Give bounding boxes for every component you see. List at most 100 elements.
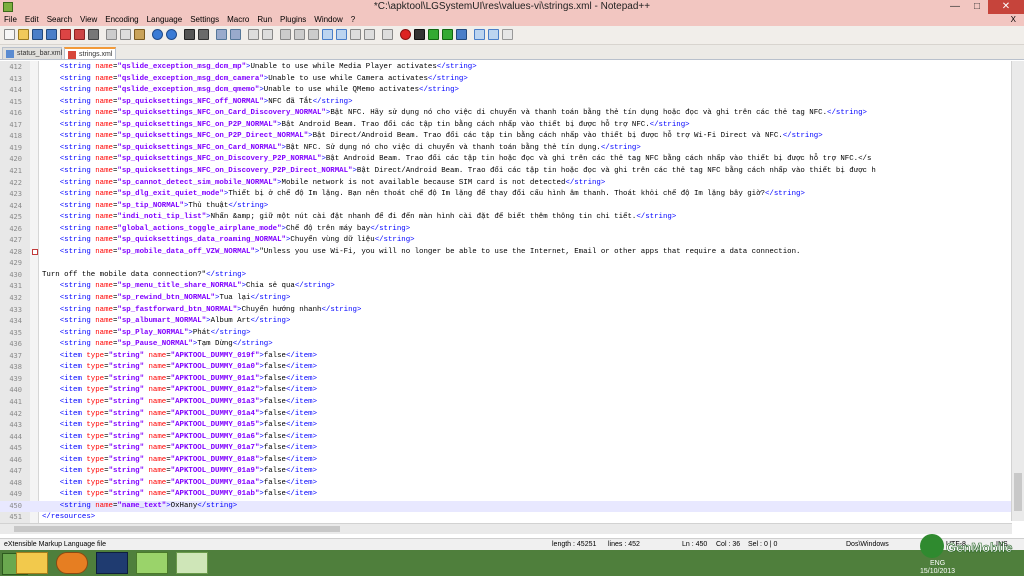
paste-icon[interactable] — [134, 29, 145, 40]
run-macro-multiple-icon[interactable] — [442, 29, 453, 40]
code-line[interactable]: 436 <string name="sp_Pause_NORMAL">Tạm D… — [0, 339, 1012, 350]
copy-icon[interactable] — [120, 29, 131, 40]
code-line[interactable]: 426 <string name="global_actions_toggle_… — [0, 224, 1012, 235]
menu-file[interactable]: File — [0, 14, 21, 26]
fold-toggle-icon[interactable] — [32, 248, 38, 255]
vertical-scrollbar[interactable] — [1011, 61, 1024, 521]
minimize-button[interactable]: — — [944, 0, 966, 14]
menu-search[interactable]: Search — [43, 14, 76, 26]
close-document-button[interactable]: X — [1007, 14, 1020, 26]
code-line[interactable]: 441 <item type="string" name="APKTOOL_DU… — [0, 397, 1012, 408]
save-macro-icon[interactable] — [456, 29, 467, 40]
replace-icon[interactable] — [198, 29, 209, 40]
code-line[interactable]: 428 <string name="sp_mobile_data_off_VZW… — [0, 247, 1012, 258]
code-line[interactable]: 412 <string name="qslide_exception_msg_d… — [0, 62, 1012, 73]
doc-map-icon[interactable] — [336, 29, 347, 40]
folder-workspace-icon[interactable] — [364, 29, 375, 40]
tray-language[interactable]: ENG — [930, 560, 945, 567]
zoom-in-icon[interactable] — [216, 29, 227, 40]
menu-view[interactable]: View — [76, 14, 101, 26]
code-line[interactable]: 418 <string name="sp_quicksettings_NFC_o… — [0, 131, 1012, 142]
code-line[interactable]: 446 <item type="string" name="APKTOOL_DU… — [0, 455, 1012, 466]
code-line[interactable]: 442 <item type="string" name="APKTOOL_DU… — [0, 409, 1012, 420]
code-line[interactable]: 416 <string name="sp_quicksettings_NFC_o… — [0, 108, 1012, 119]
indent-guide-icon[interactable] — [308, 29, 319, 40]
undo-icon[interactable] — [152, 29, 163, 40]
record-macro-icon[interactable] — [400, 29, 411, 40]
monitoring-icon[interactable] — [382, 29, 393, 40]
photoshop-icon[interactable] — [96, 552, 128, 574]
horizontal-scrollbar[interactable] — [0, 523, 1012, 534]
code-line[interactable]: 444 <item type="string" name="APKTOOL_DU… — [0, 432, 1012, 443]
menu-macro[interactable]: Macro — [223, 14, 253, 26]
code-line[interactable]: 448 <item type="string" name="APKTOOL_DU… — [0, 478, 1012, 489]
code-line[interactable]: 430 Turn off the mobile data connection?"… — [0, 270, 1012, 281]
notepadpp-task-icon[interactable] — [176, 552, 208, 574]
code-line[interactable]: 424 <string name="sp_tip_NORMAL">Thủ thu… — [0, 201, 1012, 212]
code-line[interactable]: 417 <string name="sp_quicksettings_NFC_o… — [0, 120, 1012, 131]
show-all-chars-icon[interactable] — [294, 29, 305, 40]
code-line[interactable]: 434 <string name="sp_albumart_NORMAL">Al… — [0, 316, 1012, 327]
code-line[interactable]: 433 <string name="sp_fastforward_btn_NOR… — [0, 305, 1012, 316]
sync-vertical-icon[interactable] — [248, 29, 259, 40]
code-line[interactable]: 439 <item type="string" name="APKTOOL_DU… — [0, 374, 1012, 385]
open-file-icon[interactable] — [18, 29, 29, 40]
code-line[interactable]: 421 <string name="sp_quicksettings_NFC_o… — [0, 166, 1012, 177]
cut-icon[interactable] — [106, 29, 117, 40]
save-icon[interactable] — [32, 29, 43, 40]
code-line[interactable]: 414 <string name="qslide_exception_msg_d… — [0, 85, 1012, 96]
code-line[interactable]: 435 <string name="sp_Play_NORMAL">Phát</… — [0, 328, 1012, 339]
code-line[interactable]: 427 <string name="sp_quicksettings_data_… — [0, 235, 1012, 246]
close-file-icon[interactable] — [60, 29, 71, 40]
code-line[interactable]: 423 <string name="sp_dlg_exit_quiet_mode… — [0, 189, 1012, 200]
new-file-icon[interactable] — [4, 29, 15, 40]
code-line[interactable]: 420 <string name="sp_quicksettings_NFC_o… — [0, 154, 1012, 165]
code-line[interactable]: 422 <string name="sp_cannot_detect_sim_m… — [0, 178, 1012, 189]
code-editor[interactable]: 412 <string name="qslide_exception_msg_d… — [0, 61, 1024, 523]
code-line[interactable]: 415 <string name="sp_quicksettings_NFC_o… — [0, 97, 1012, 108]
redo-icon[interactable] — [166, 29, 177, 40]
menu-window[interactable]: Window — [310, 14, 346, 26]
code-line[interactable]: 413 <string name="qslide_exception_msg_d… — [0, 74, 1012, 85]
abc-spell-icon[interactable] — [474, 29, 485, 40]
zoom-out-icon[interactable] — [230, 29, 241, 40]
close-button[interactable]: ✕ — [988, 0, 1024, 14]
code-line[interactable]: 438 <item type="string" name="APKTOOL_DU… — [0, 362, 1012, 373]
firefox-icon[interactable] — [56, 552, 88, 574]
code-line[interactable]: 432 <string name="sp_rewind_btn_NORMAL">… — [0, 293, 1012, 304]
find-icon[interactable] — [184, 29, 195, 40]
vertical-scroll-thumb[interactable] — [1014, 473, 1022, 511]
sync-horizontal-icon[interactable] — [262, 29, 273, 40]
tab-strings-xml[interactable]: strings.xml — [64, 47, 116, 59]
code-line[interactable]: 450 <string name="name_text">OxHany</str… — [0, 500, 1012, 512]
menu-encoding[interactable]: Encoding — [101, 14, 142, 26]
code-line[interactable]: 437 <item type="string" name="APKTOOL_DU… — [0, 351, 1012, 362]
file-explorer-icon[interactable] — [16, 552, 48, 574]
code-line[interactable]: 429 — [0, 258, 1012, 269]
code-line[interactable]: 425 <string name="indi_noti_tip_list">Nh… — [0, 212, 1012, 223]
close-all-icon[interactable] — [74, 29, 85, 40]
maximize-button[interactable]: □ — [966, 0, 988, 14]
ab-compare-icon[interactable] — [488, 29, 499, 40]
function-list-icon[interactable] — [350, 29, 361, 40]
menu-help[interactable]: ? — [347, 14, 359, 26]
stop-macro-icon[interactable] — [414, 29, 425, 40]
menu-run[interactable]: Run — [253, 14, 276, 26]
save-all-icon[interactable] — [46, 29, 57, 40]
code-line[interactable]: 440 <item type="string" name="APKTOOL_DU… — [0, 385, 1012, 396]
code-line[interactable]: 449 <item type="string" name="APKTOOL_DU… — [0, 489, 1012, 500]
code-line[interactable]: 445 <item type="string" name="APKTOOL_DU… — [0, 443, 1012, 454]
language-icon[interactable] — [322, 29, 333, 40]
menu-plugins[interactable]: Plugins — [276, 14, 310, 26]
print-icon[interactable] — [88, 29, 99, 40]
code-line[interactable]: 419 <string name="sp_quicksettings_NFC_o… — [0, 143, 1012, 154]
code-line[interactable]: 431 <string name="sp_menu_title_share_NO… — [0, 281, 1012, 292]
tab-status-bar-xml[interactable]: status_bar.xml — [2, 47, 62, 59]
code-line[interactable]: 451 </resources> — [0, 512, 1012, 523]
code-line[interactable]: 443 <item type="string" name="APKTOOL_DU… — [0, 420, 1012, 431]
horizontal-scroll-thumb[interactable] — [14, 526, 340, 532]
play-macro-icon[interactable] — [428, 29, 439, 40]
menu-edit[interactable]: Edit — [21, 14, 43, 26]
word-wrap-icon[interactable] — [280, 29, 291, 40]
menu-settings[interactable]: Settings — [186, 14, 223, 26]
